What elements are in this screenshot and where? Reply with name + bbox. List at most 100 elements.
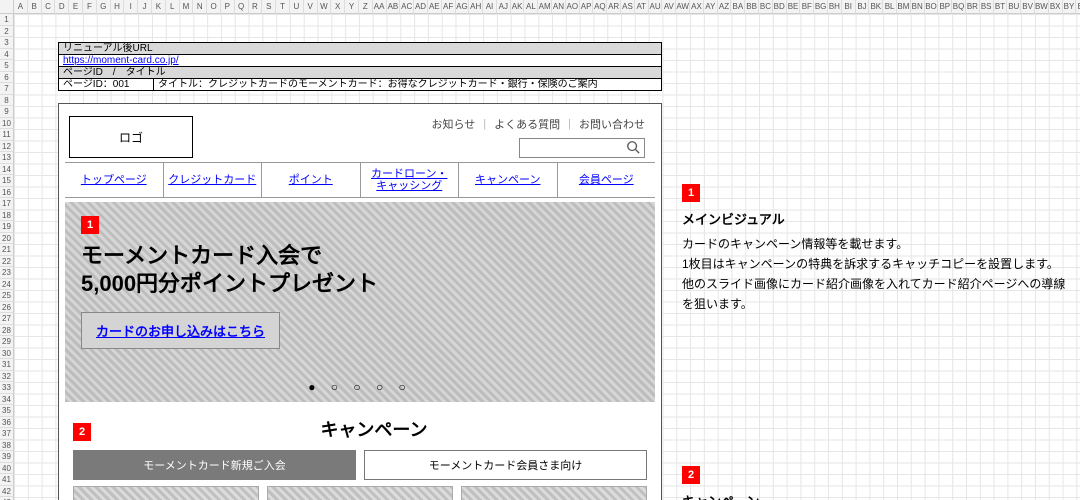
- campaign-tab-member[interactable]: モーメントカード会員さま向け: [364, 450, 647, 480]
- col-header[interactable]: E: [69, 0, 83, 14]
- col-header[interactable]: AT: [635, 0, 649, 14]
- col-header[interactable]: AO: [566, 0, 580, 14]
- col-header[interactable]: Y: [345, 0, 359, 14]
- row-header[interactable]: 1: [0, 14, 14, 26]
- col-header[interactable]: BJ: [856, 0, 870, 14]
- row-header[interactable]: 26: [0, 302, 14, 314]
- col-header[interactable]: AR: [607, 0, 621, 14]
- campaign-tab-new[interactable]: モーメントカード新規ご入会: [73, 450, 356, 480]
- col-header[interactable]: AB: [387, 0, 401, 14]
- row-header[interactable]: 32: [0, 371, 14, 383]
- col-header[interactable]: BX: [1049, 0, 1063, 14]
- campaign-card-placeholder[interactable]: [267, 486, 453, 500]
- col-header[interactable]: AH: [469, 0, 483, 14]
- row-header[interactable]: 33: [0, 382, 14, 394]
- col-header[interactable]: R: [249, 0, 263, 14]
- row-header[interactable]: 3: [0, 37, 14, 49]
- row-header[interactable]: 16: [0, 187, 14, 199]
- col-header[interactable]: A: [14, 0, 28, 14]
- row-header[interactable]: 38: [0, 440, 14, 452]
- col-header[interactable]: L: [166, 0, 180, 14]
- col-header[interactable]: BB: [745, 0, 759, 14]
- row-header[interactable]: 19: [0, 221, 14, 233]
- col-header[interactable]: AS: [621, 0, 635, 14]
- col-header[interactable]: BC: [759, 0, 773, 14]
- row-header[interactable]: 29: [0, 336, 14, 348]
- col-header[interactable]: BN: [911, 0, 925, 14]
- cell-grid[interactable]: リニューアル後URL https://moment-card.co.jp/ ペー…: [14, 14, 1080, 500]
- col-header[interactable]: BI: [842, 0, 856, 14]
- col-header[interactable]: D: [55, 0, 69, 14]
- col-header[interactable]: BV: [1021, 0, 1035, 14]
- row-header[interactable]: 4: [0, 49, 14, 61]
- col-header[interactable]: J: [138, 0, 152, 14]
- col-header[interactable]: BK: [869, 0, 883, 14]
- row-header[interactable]: 20: [0, 233, 14, 245]
- col-header[interactable]: Z: [359, 0, 373, 14]
- col-header[interactable]: C: [42, 0, 56, 14]
- row-header[interactable]: 22: [0, 256, 14, 268]
- row-header[interactable]: 15: [0, 175, 14, 187]
- col-header[interactable]: U: [290, 0, 304, 14]
- col-header[interactable]: X: [331, 0, 345, 14]
- row-header[interactable]: 12: [0, 141, 14, 153]
- col-header[interactable]: T: [276, 0, 290, 14]
- row-header[interactable]: 10: [0, 118, 14, 130]
- col-header[interactable]: BE: [787, 0, 801, 14]
- col-header[interactable]: AV: [662, 0, 676, 14]
- row-header[interactable]: 28: [0, 325, 14, 337]
- col-header[interactable]: BD: [773, 0, 787, 14]
- nav-loan[interactable]: カードローン・ キャッシング: [361, 163, 460, 197]
- col-header[interactable]: BW: [1035, 0, 1049, 14]
- row-header[interactable]: 41: [0, 474, 14, 486]
- col-header[interactable]: V: [304, 0, 318, 14]
- row-header[interactable]: 36: [0, 417, 14, 429]
- row-header[interactable]: 31: [0, 359, 14, 371]
- row-header[interactable]: 18: [0, 210, 14, 222]
- col-header[interactable]: AA: [373, 0, 387, 14]
- row-header[interactable]: 2: [0, 26, 14, 38]
- column-headers[interactable]: ABCDEFGHIJKLMNOPQRSTUVWXYZAAABACADAEAFAG…: [14, 0, 1080, 14]
- campaign-card-placeholder[interactable]: [73, 486, 259, 500]
- col-header[interactable]: BU: [1007, 0, 1021, 14]
- col-header[interactable]: O: [207, 0, 221, 14]
- col-header[interactable]: M: [180, 0, 194, 14]
- col-header[interactable]: AW: [676, 0, 690, 14]
- col-header[interactable]: AY: [704, 0, 718, 14]
- col-header[interactable]: AD: [414, 0, 428, 14]
- col-header[interactable]: B: [28, 0, 42, 14]
- row-header[interactable]: 6: [0, 72, 14, 84]
- row-header[interactable]: 27: [0, 313, 14, 325]
- util-contact[interactable]: お問い合わせ: [579, 116, 645, 132]
- col-header[interactable]: BZ: [1076, 0, 1080, 14]
- col-header[interactable]: BF: [800, 0, 814, 14]
- col-header[interactable]: AI: [483, 0, 497, 14]
- col-header[interactable]: Q: [235, 0, 249, 14]
- col-header[interactable]: BS: [980, 0, 994, 14]
- col-header[interactable]: W: [318, 0, 332, 14]
- col-header[interactable]: BQ: [952, 0, 966, 14]
- search-input[interactable]: [519, 138, 645, 158]
- row-header[interactable]: 17: [0, 198, 14, 210]
- col-header[interactable]: AX: [690, 0, 704, 14]
- row-header[interactable]: 11: [0, 129, 14, 141]
- row-header[interactable]: 21: [0, 244, 14, 256]
- nav-member[interactable]: 会員ページ: [558, 163, 656, 197]
- meta-url-link[interactable]: https://moment-card.co.jp/: [59, 55, 661, 66]
- col-header[interactable]: G: [97, 0, 111, 14]
- carousel-dots[interactable]: ● ○ ○ ○ ○: [65, 380, 655, 394]
- col-header[interactable]: AL: [524, 0, 538, 14]
- campaign-card-placeholder[interactable]: [461, 486, 647, 500]
- row-header[interactable]: 24: [0, 279, 14, 291]
- col-header[interactable]: BL: [883, 0, 897, 14]
- row-header[interactable]: 13: [0, 152, 14, 164]
- row-header[interactable]: 7: [0, 83, 14, 95]
- col-header[interactable]: AJ: [497, 0, 511, 14]
- col-header[interactable]: AQ: [593, 0, 607, 14]
- mv-cta-button[interactable]: カードのお申し込みはこちら: [81, 312, 280, 349]
- col-header[interactable]: AP: [580, 0, 594, 14]
- row-header[interactable]: 30: [0, 348, 14, 360]
- row-header[interactable]: 39: [0, 451, 14, 463]
- col-header[interactable]: BY: [1063, 0, 1077, 14]
- row-header[interactable]: 42: [0, 486, 14, 498]
